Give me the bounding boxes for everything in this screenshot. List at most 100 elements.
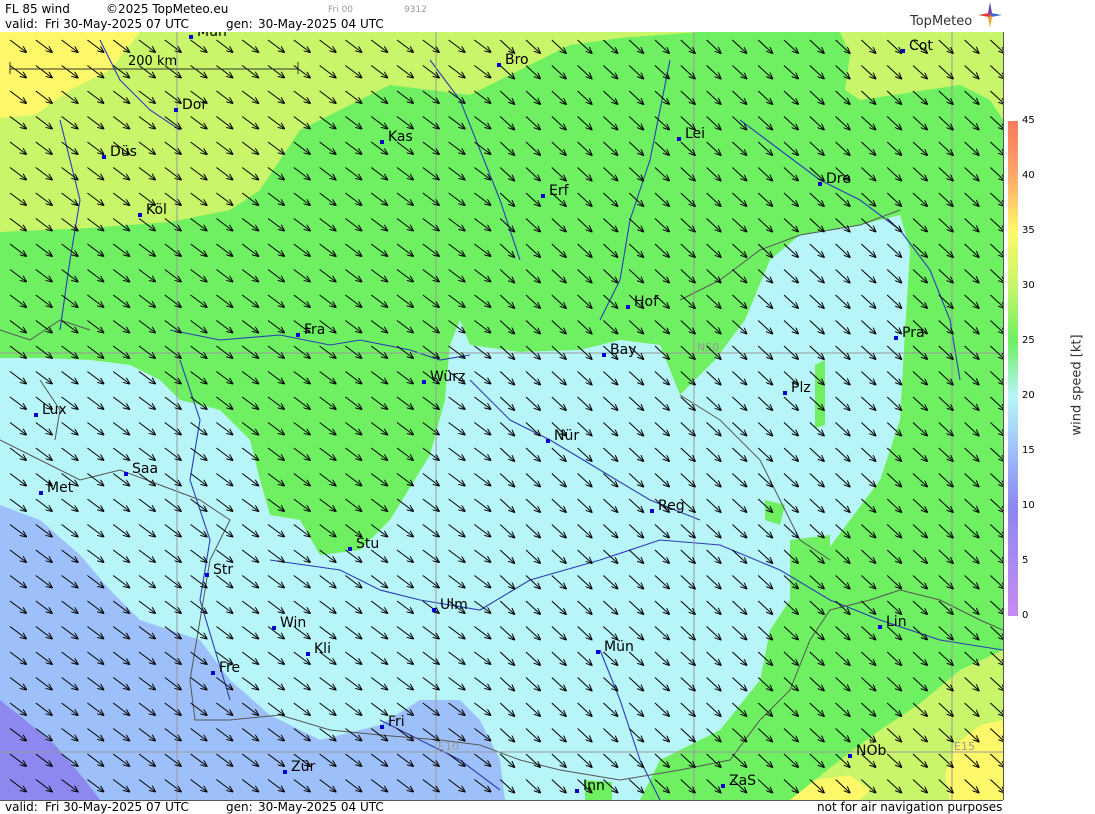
city-label: Bay — [610, 342, 636, 358]
city-dot — [546, 439, 550, 443]
city-dot — [783, 391, 787, 395]
city-label: Nür — [554, 428, 579, 444]
wind-band-20-25-island — [815, 360, 825, 428]
city-dot — [283, 770, 287, 774]
city-label: Str — [213, 562, 233, 578]
city-dot — [124, 472, 128, 476]
city-dot — [894, 336, 898, 340]
city-dot — [677, 137, 681, 141]
city-label: Dre — [826, 171, 851, 187]
city-dot — [541, 194, 545, 198]
grid-label-e15: E15 — [954, 740, 975, 753]
city-label: ZaS — [729, 773, 756, 789]
run-id: 9312 — [404, 5, 427, 15]
city-label: Fra — [304, 322, 325, 338]
city-dot — [432, 608, 436, 612]
city-dot — [602, 353, 606, 357]
city-dot — [901, 49, 905, 53]
city-label: Reg — [658, 498, 685, 514]
legend-tick-label: 10 — [1022, 500, 1035, 511]
city-dot — [102, 155, 106, 159]
city-label: Erf — [549, 183, 570, 199]
city-label: Kas — [388, 129, 413, 145]
footer-valid-time: Fri 30-May-2025 07 UTC — [45, 800, 189, 814]
legend-title: wind speed [kt] — [1069, 334, 1085, 436]
city-label: Inn — [583, 778, 605, 794]
grid-label-e10: E10 — [438, 740, 459, 753]
city-label: Lei — [685, 126, 705, 142]
city-dot — [650, 509, 654, 513]
city-label: Fre — [219, 660, 240, 676]
city-label: Mün — [197, 32, 227, 40]
city-dot — [721, 784, 725, 788]
city-dot — [296, 333, 300, 337]
city-label: Cot — [909, 38, 933, 54]
legend-tick-label: 5 — [1022, 555, 1029, 566]
city-dot — [596, 650, 600, 654]
city-label: Kli — [314, 641, 331, 657]
city-label: Fri — [388, 714, 405, 730]
city-label: NÖb — [856, 741, 886, 759]
gen-time: 30-May-2025 04 UTC — [258, 17, 384, 31]
city-label: Lux — [42, 402, 67, 418]
valid-label: valid: — [5, 17, 38, 31]
legend-tick-label: 45 — [1022, 115, 1035, 126]
compass-logo-icon — [978, 2, 1002, 28]
city-label: Köl — [146, 202, 167, 218]
city-label: Hof — [634, 294, 659, 310]
city-label: Zür — [291, 759, 315, 775]
city-label: Düs — [110, 144, 137, 160]
city-label: Bro — [505, 52, 529, 68]
city-dot — [174, 108, 178, 112]
legend-tick-label: 0 — [1022, 610, 1029, 621]
city-dot — [497, 63, 501, 67]
city-dot — [848, 754, 852, 758]
legend-tick-label: 30 — [1022, 280, 1035, 291]
city-label: Win — [280, 615, 306, 631]
brand-logo: TopMeteo — [910, 14, 973, 29]
footer-gen-label: gen: — [226, 800, 253, 814]
legend-tick-label: 25 — [1022, 335, 1035, 346]
city-label: Saa — [132, 461, 158, 477]
city-label: Mün — [604, 639, 634, 655]
copyright-text: ©2025 TopMeteo.eu — [106, 2, 229, 16]
city-dot — [380, 140, 384, 144]
city-label: Plz — [791, 380, 811, 396]
city-dot — [211, 671, 215, 675]
city-dot — [205, 573, 209, 577]
city-dot — [818, 182, 822, 186]
legend-tick-label: 40 — [1022, 170, 1035, 181]
city-dot — [272, 626, 276, 630]
scale-label: 200 km — [128, 54, 177, 69]
product-title: FL 85 wind — [5, 2, 70, 16]
day-code: Fri 00 — [328, 5, 354, 15]
city-dot — [348, 547, 352, 551]
city-dot — [575, 789, 579, 793]
city-label: Stu — [356, 536, 379, 552]
city-label: Pra — [902, 325, 925, 341]
valid-time: Fri 30-May-2025 07 UTC — [45, 17, 189, 31]
city-label: Dor — [182, 97, 207, 113]
city-dot — [189, 35, 193, 39]
wind-map[interactable]: N50 E10 E15 200 km Mün Bro Cot Dor Düs Kas Lei… — [0, 32, 1004, 800]
city-dot — [138, 213, 142, 217]
city-dot — [626, 305, 630, 309]
city-label: Met — [47, 480, 74, 496]
footer-disclaimer: not for air navigation purposes — [817, 800, 1003, 814]
city-dot — [380, 725, 384, 729]
footer-gen-time: 30-May-2025 04 UTC — [258, 800, 384, 814]
city-label: Lin — [886, 614, 907, 630]
city-dot — [306, 652, 310, 656]
wind-speed-legend-bar — [1008, 121, 1018, 616]
city-dot — [39, 491, 43, 495]
legend-tick-label: 15 — [1022, 445, 1035, 456]
city-dot — [34, 413, 38, 417]
city-dot — [878, 625, 882, 629]
legend-tick-label: 20 — [1022, 390, 1035, 401]
city-label: Ulm — [440, 597, 468, 613]
legend-tick-label: 35 — [1022, 225, 1035, 236]
footer-valid-label: valid: — [5, 800, 38, 814]
city-dot — [422, 380, 426, 384]
city-label: Würz — [430, 369, 465, 385]
gen-label: gen: — [226, 17, 253, 31]
